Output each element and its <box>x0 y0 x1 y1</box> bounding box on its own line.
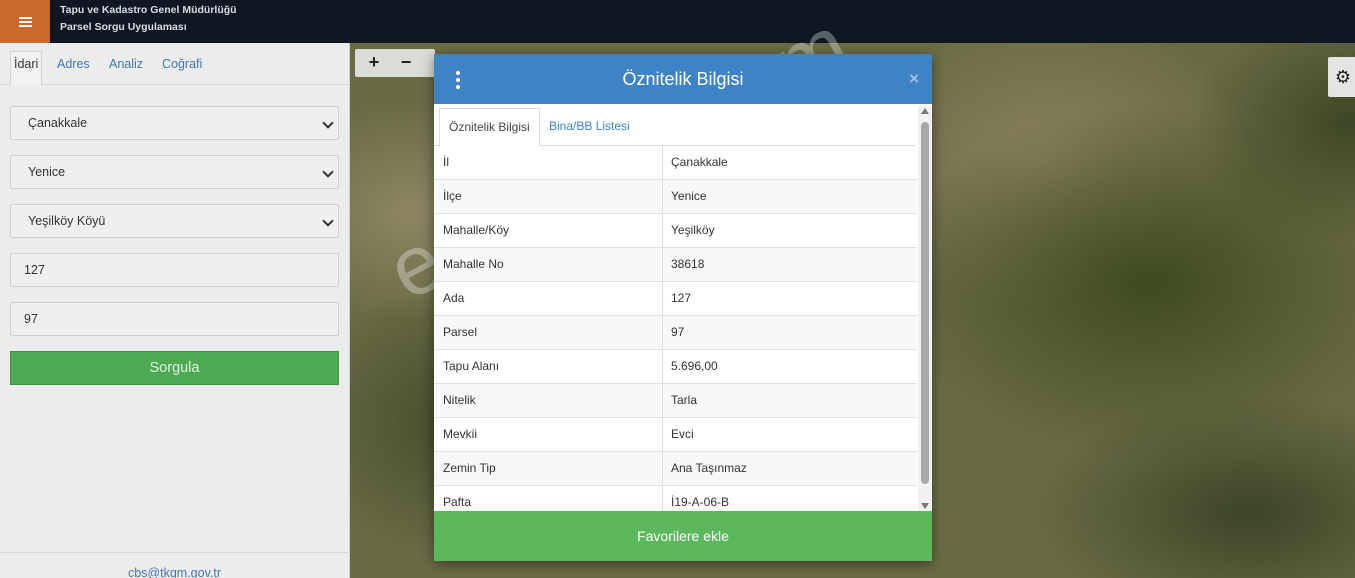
gear-icon: ⚙ <box>1334 67 1352 87</box>
row-key: Mevkii <box>443 427 478 441</box>
app-title-line2: Parsel Sorgu Uygulaması <box>60 21 187 33</box>
row-key: Nitelik <box>443 393 476 407</box>
row-value: 97 <box>671 325 685 339</box>
row-value: Evci <box>671 427 694 441</box>
contact-email-link[interactable]: cbs@tkgm.gov.tr <box>0 566 349 578</box>
map-zoom-controls: + − <box>355 49 435 77</box>
attribute-info-modal: Öznitelik Bilgisi × Öznitelik Bilgisi Bi… <box>434 54 932 561</box>
zoom-in-button[interactable]: + <box>359 49 389 77</box>
ilce-select[interactable]: Yenice <box>10 155 339 189</box>
tab-idari[interactable]: İdari <box>10 51 43 85</box>
row-key: İl <box>443 155 449 169</box>
scroll-thumb[interactable] <box>921 122 929 484</box>
row-key: Parsel <box>443 325 478 339</box>
modal-header: Öznitelik Bilgisi × <box>434 54 932 104</box>
row-key: Ada <box>443 291 465 305</box>
mahalle-select[interactable]: Yeşilköy Köyü <box>10 204 339 238</box>
table-row: İl Çanakkale <box>434 146 917 180</box>
attribute-table: İl Çanakkale İlçe Yenice Mahalle/Köy Yeş… <box>434 146 917 511</box>
row-key: Mahalle/Köy <box>443 223 510 237</box>
row-value: Yenice <box>671 189 707 203</box>
mahalle-select-value: Yeşilköy Köyü <box>28 214 106 228</box>
row-value: Ana Taşınmaz <box>671 461 747 475</box>
table-row: Mahalle/Köy Yeşilköy <box>434 214 917 248</box>
app-title: Tapu ve Kadastro Genel Müdürlüğü Parsel … <box>60 2 237 36</box>
scroll-up-arrow-icon[interactable] <box>921 108 929 114</box>
row-value: İ19-A-06-B <box>671 495 730 509</box>
tab-analiz[interactable]: Analiz <box>105 52 147 85</box>
chevron-down-icon <box>322 117 334 129</box>
chevron-down-icon <box>322 166 334 178</box>
row-value: Yeşilköy <box>671 223 715 237</box>
tab-oznitelik-bilgisi[interactable]: Öznitelik Bilgisi <box>439 108 540 147</box>
query-tabs: İdari Adres Analiz Coğrafi <box>0 43 349 85</box>
app-title-line1: Tapu ve Kadastro Genel Müdürlüğü <box>60 4 237 16</box>
map-settings-button[interactable]: ⚙ <box>1328 57 1355 97</box>
row-value: 127 <box>671 291 692 305</box>
modal-scrollbar[interactable] <box>918 106 932 511</box>
row-key: Mahalle No <box>443 257 504 271</box>
row-key: İlçe <box>443 189 462 203</box>
modal-tabs: Öznitelik Bilgisi Bina/BB Listesi <box>434 104 916 147</box>
row-key: Zemin Tip <box>443 461 496 475</box>
sorgula-button[interactable]: Sorgula <box>10 351 339 385</box>
row-value: Çanakkale <box>671 155 728 169</box>
hamburger-menu-button[interactable] <box>0 0 50 43</box>
modal-title: Öznitelik Bilgisi <box>622 69 744 89</box>
footer-divider <box>0 552 349 553</box>
table-row: Tapu Alanı 5.696,00 <box>434 350 917 384</box>
ilce-select-value: Yenice <box>28 165 66 179</box>
table-row: Mevkii Evci <box>434 418 917 452</box>
table-row: İlçe Yenice <box>434 180 917 214</box>
table-row: Pafta İ19-A-06-B <box>434 486 917 511</box>
close-icon[interactable]: × <box>909 69 919 89</box>
tab-adres[interactable]: Adres <box>53 52 94 85</box>
table-row: Ada 127 <box>434 282 917 316</box>
add-to-favorites-button[interactable]: Favorilere ekle <box>434 511 932 561</box>
table-row: Mahalle No 38618 <box>434 248 917 282</box>
table-row: Parsel 97 <box>434 316 917 350</box>
parsel-input[interactable]: 97 <box>10 302 339 336</box>
zoom-out-button[interactable]: − <box>391 49 421 77</box>
tab-bina-bb-listesi[interactable]: Bina/BB Listesi <box>540 108 639 146</box>
tab-cografi[interactable]: Coğrafi <box>158 52 206 85</box>
row-key: Pafta <box>443 495 472 509</box>
il-select-value: Çanakkale <box>28 116 88 130</box>
query-panel: İdari Adres Analiz Coğrafi Çanakkale Yen… <box>0 43 350 578</box>
row-value: 5.696,00 <box>671 359 718 373</box>
row-value: Tarla <box>671 393 698 407</box>
hamburger-icon <box>18 16 32 27</box>
il-select[interactable]: Çanakkale <box>10 106 339 140</box>
row-value: 38618 <box>671 257 705 271</box>
table-row: Nitelik Tarla <box>434 384 917 418</box>
chevron-down-icon <box>322 215 334 227</box>
top-header: Tapu ve Kadastro Genel Müdürlüğü Parsel … <box>0 0 1355 43</box>
table-row: Zemin Tip Ana Taşınmaz <box>434 452 917 486</box>
scroll-down-arrow-icon[interactable] <box>921 503 929 509</box>
row-key: Tapu Alanı <box>443 359 500 373</box>
ada-input[interactable]: 127 <box>10 253 339 287</box>
